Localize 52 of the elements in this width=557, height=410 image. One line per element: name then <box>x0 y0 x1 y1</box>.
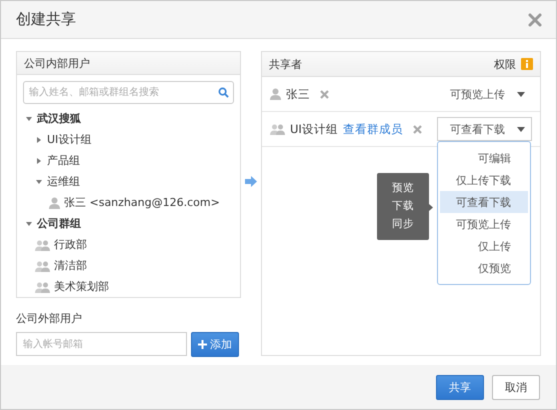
permission-dropdown[interactable]: 可查看下载 <box>437 117 532 141</box>
menu-item[interactable]: 可编辑 <box>440 147 528 169</box>
column-label: 权限 <box>494 56 516 72</box>
caret-right-icon[interactable] <box>35 156 43 164</box>
field-label: 公司外部用户 <box>16 311 83 326</box>
tree-item[interactable]: 清洁部 <box>54 258 87 273</box>
caret-down-icon[interactable] <box>35 178 43 186</box>
sharer-name: UI设计组 <box>290 122 338 136</box>
menu-item[interactable]: 仅上传下载 <box>440 169 528 191</box>
person-icon <box>49 196 60 208</box>
menu-item[interactable]: 仅上传 <box>440 235 528 257</box>
tree-item[interactable]: 武汉搜狐 <box>37 111 81 126</box>
tooltip-text: 下载 <box>392 199 414 214</box>
tree-item[interactable]: 行政部 <box>54 237 87 252</box>
email-field[interactable]: 输入帐号邮箱 <box>16 332 187 356</box>
tree-item[interactable]: 运维组 <box>47 174 80 189</box>
people-icon <box>35 280 50 292</box>
tree-item[interactable]: 张三 <sanzhang@126.com> <box>64 195 220 210</box>
permission-dropdown[interactable]: 可预览上传 <box>441 82 532 106</box>
remove-icon[interactable] <box>412 124 422 134</box>
tooltip-text: 同步 <box>392 217 414 232</box>
panel-title: 公司内部用户 <box>24 56 90 70</box>
panel-title: 共享者 <box>269 56 302 72</box>
share-button[interactable]: 共享 <box>436 374 484 400</box>
people-icon <box>270 123 285 135</box>
remove-icon[interactable] <box>320 90 329 98</box>
menu-item[interactable]: 可查看下载 <box>440 191 528 213</box>
tooltip-text: 预览 <box>392 181 414 196</box>
people-icon <box>35 260 50 272</box>
caret-right-icon[interactable] <box>35 136 43 144</box>
caret-down-icon <box>517 92 525 96</box>
tree-item[interactable]: 美术策划部 <box>54 279 109 294</box>
tree-item[interactable]: UI设计组 <box>47 132 92 147</box>
menu-item[interactable]: 可预览上传 <box>440 213 528 235</box>
tree-item[interactable]: 产品组 <box>47 153 80 168</box>
caret-down-icon <box>517 126 525 132</box>
tree-item[interactable]: 公司群组 <box>37 216 81 231</box>
arrow-right-icon <box>245 176 257 186</box>
member-link[interactable]: 查看群成员 <box>342 122 403 136</box>
caret-down-icon[interactable] <box>25 220 33 228</box>
cancel-button[interactable]: 取消 <box>492 374 540 400</box>
menu-item[interactable]: 仅预览 <box>440 257 528 279</box>
window-title: 创建共享 <box>16 10 76 29</box>
close-icon[interactable] <box>528 12 542 26</box>
caret-down-icon[interactable] <box>25 114 33 122</box>
sharer-name: 张三 <box>286 86 310 102</box>
search-icon[interactable] <box>218 87 229 98</box>
person-icon <box>270 88 281 100</box>
people-icon <box>35 238 50 250</box>
search-field[interactable]: 输入姓名、邮箱或群组名搜索 <box>23 81 234 104</box>
plus-icon <box>198 340 207 349</box>
add-button[interactable]: 添加 <box>191 332 239 357</box>
